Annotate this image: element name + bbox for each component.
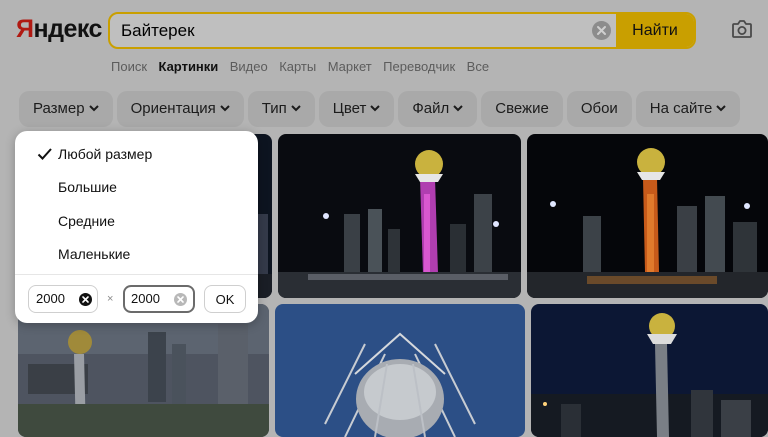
filter-bar: Размер Ориентация Тип Цвет Файл Свежие Обои На … (19, 91, 744, 127)
width-value: 2000 (36, 291, 65, 306)
filter-orientation[interactable]: Ориентация (116, 90, 244, 127)
filter-label: Файл (412, 100, 450, 117)
yandex-logo[interactable]: Яндекс (16, 14, 102, 44)
image-result[interactable] (531, 304, 768, 437)
filter-file[interactable]: Файл (398, 90, 478, 127)
filter-color[interactable]: Цвет (318, 90, 395, 127)
check-icon (37, 147, 53, 161)
chevron-down-icon (291, 90, 301, 126)
filter-fresh[interactable]: Свежие (481, 91, 563, 127)
search-button[interactable]: Найти (616, 14, 694, 47)
filter-label: Свежие (495, 100, 549, 117)
filter-label: Обои (580, 100, 618, 117)
nav-item-search[interactable]: Поиск (111, 59, 147, 75)
times-sign: × (107, 293, 114, 305)
chevron-down-icon (88, 90, 99, 126)
height-value: 2000 (131, 291, 160, 306)
nav-item-maps[interactable]: Карты (279, 59, 316, 75)
image-result[interactable] (527, 134, 768, 298)
filter-size[interactable]: Размер (19, 91, 113, 127)
image-result[interactable] (278, 134, 521, 298)
filter-label: Ориентация (130, 100, 216, 117)
size-option-small[interactable]: Маленькие (58, 245, 130, 263)
ok-button[interactable]: OK (204, 285, 246, 313)
chevron-down-icon (453, 90, 463, 126)
filter-label: Тип (261, 100, 287, 117)
clear-icon[interactable] (592, 21, 611, 40)
size-option-large[interactable]: Большие (58, 178, 117, 196)
filter-label: Размер (33, 100, 85, 117)
logo-first-letter: Я (16, 15, 34, 43)
search-input[interactable] (110, 14, 618, 47)
filter-label: Цвет (332, 100, 367, 117)
search-box: Найти (108, 12, 696, 49)
nav-item-video[interactable]: Видео (230, 59, 268, 75)
chevron-down-icon (220, 90, 230, 126)
dropdown-divider (15, 274, 258, 275)
search-verticals-nav: Поиск Картинки Видео Карты Маркет Перево… (111, 58, 496, 74)
chevron-down-icon (716, 90, 727, 126)
image-result[interactable] (18, 304, 269, 437)
size-option-any[interactable]: Любой размер (58, 145, 152, 163)
chevron-down-icon (370, 90, 381, 126)
logo-rest: ндекс (33, 15, 102, 43)
image-result[interactable] (275, 304, 525, 437)
clear-icon[interactable] (174, 293, 187, 306)
nav-item-market[interactable]: Маркет (328, 59, 372, 75)
nav-item-images[interactable]: Картинки (158, 59, 218, 75)
filter-on-site[interactable]: На сайте (635, 90, 741, 127)
filter-wallpapers[interactable]: Обои (566, 91, 632, 127)
size-dropdown: Любой размер Большие Средние Маленькие 2… (15, 131, 258, 323)
height-input[interactable]: 2000 (123, 285, 195, 313)
filter-type[interactable]: Тип (247, 90, 315, 127)
nav-item-all[interactable]: Все (467, 59, 489, 75)
width-input[interactable]: 2000 (28, 285, 98, 313)
filter-label: На сайте (649, 100, 713, 117)
header: Яндекс Найти Поиск Картинки Видео Карты … (0, 0, 768, 84)
clear-icon[interactable] (79, 293, 92, 306)
size-option-medium[interactable]: Средние (58, 212, 115, 230)
nav-item-translator[interactable]: Переводчик (383, 59, 455, 75)
camera-icon[interactable] (731, 19, 753, 39)
